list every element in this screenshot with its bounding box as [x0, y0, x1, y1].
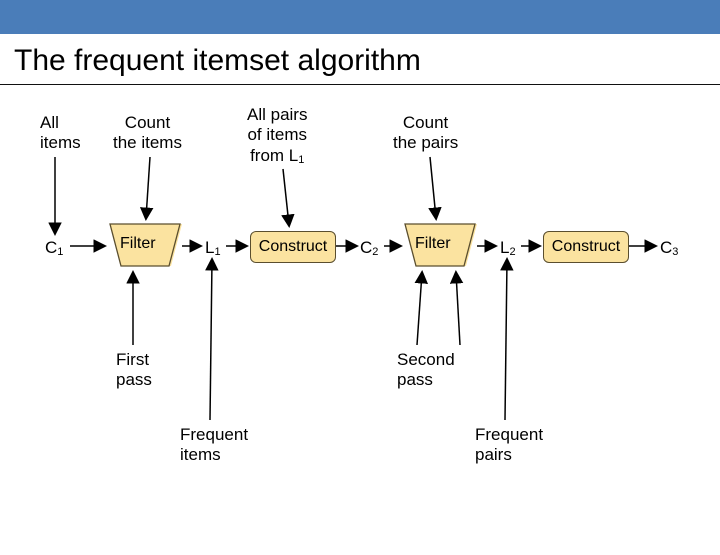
node-c2: C2 [360, 238, 378, 258]
label-all-pairs: All pairsof itemsfrom L1 [247, 105, 307, 167]
slide-title: The frequent itemset algorithm [14, 44, 720, 78]
label-frequent-pairs: Frequentpairs [475, 425, 543, 466]
construct-2: Construct [543, 231, 629, 263]
slide-top-bar [0, 0, 720, 34]
node-l2: L2 [500, 238, 516, 258]
node-c1: C1 [45, 238, 63, 258]
construct-1: Construct [250, 231, 336, 263]
label-all-items: Allitems [40, 113, 81, 154]
node-l1: L1 [205, 238, 221, 258]
diagram: Allitems Countthe items All pairsof item… [0, 85, 720, 555]
arrows [0, 85, 720, 555]
label-first-pass: Firstpass [116, 350, 152, 391]
label-second-pass: Secondpass [397, 350, 455, 391]
label-count-pairs: Countthe pairs [393, 113, 458, 154]
node-c3: C3 [660, 238, 678, 258]
filter-1-label: Filter [120, 235, 156, 253]
label-frequent-items: Frequentitems [180, 425, 248, 466]
label-count-items: Countthe items [113, 113, 182, 154]
filter-2-label: Filter [415, 235, 451, 253]
